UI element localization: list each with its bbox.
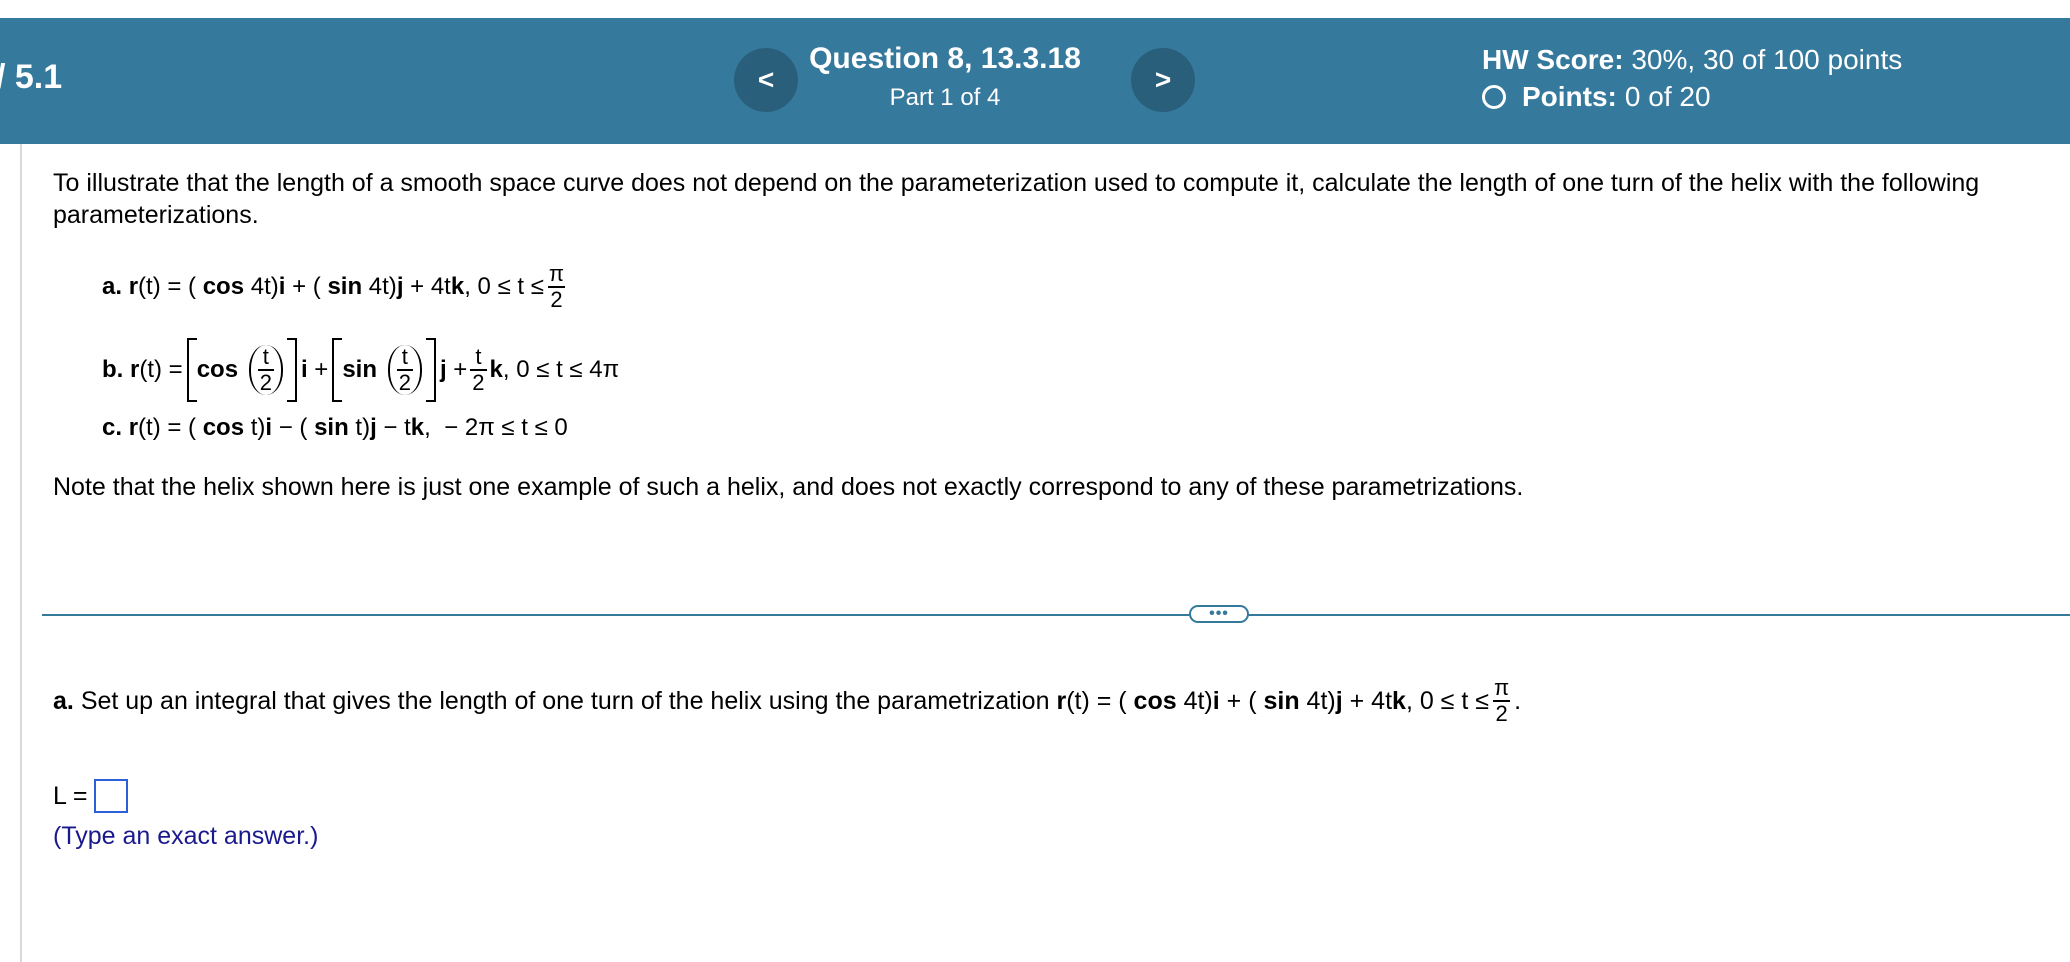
hw-score-label: HW Score:: [1482, 44, 1624, 75]
question-text: Set up an integral that gives the length…: [80, 686, 1050, 715]
part-b-label: b.: [102, 356, 124, 383]
points-label: Points:: [1522, 81, 1617, 112]
ellipsis-icon[interactable]: •••: [1189, 605, 1249, 623]
chevron-right-icon: >: [1154, 64, 1172, 95]
question-prompt: a. Set up an integral that gives the len…: [53, 675, 1522, 726]
hw-score: HW Score: 30%, 30 of 100 points: [1482, 44, 1902, 76]
circle-outline-icon: [1482, 85, 1506, 109]
points-value: 0 of 20: [1624, 81, 1711, 112]
part-c-label: c.: [102, 414, 123, 441]
parameterization-c: c. r (t) = ( cos t) i − ( sin t) j − tk, − …: [102, 414, 568, 441]
question-label: a.: [53, 686, 74, 715]
fraction: π2: [1493, 675, 1510, 726]
problem-note: Note that the helix shown here is just o…: [53, 473, 1524, 501]
parameterization-a: a. r (t) = ( cos 4t) i + ( sin 4t) j + 4t k,…: [102, 261, 565, 312]
question-title: Question 8, 13.3.18: [809, 42, 1081, 75]
fraction: π2: [548, 261, 565, 312]
answer-hint: (Type an exact answer.): [53, 822, 319, 850]
chevron-left-icon: <: [757, 64, 775, 95]
answer-input[interactable]: [93, 779, 128, 813]
next-question-button[interactable]: >: [1131, 48, 1195, 112]
hw-score-value: 30%, 30 of 100 points: [1631, 44, 1903, 75]
header-bar: / 5.1 < Question 8, 13.3.18 Part 1 of 4 …: [0, 18, 2070, 144]
points: Points: 0 of 20: [1482, 81, 1711, 113]
section-label: / 5.1: [0, 58, 63, 96]
answer-label: L =: [53, 781, 88, 810]
section-divider: [42, 614, 2070, 616]
question-part: Part 1 of 4: [889, 84, 1001, 111]
problem-intro: To illustrate that the length of a smoot…: [53, 169, 1980, 229]
top-strip: [0, 0, 2070, 18]
part-a-label: a.: [102, 273, 123, 300]
left-rule: [20, 144, 22, 962]
parameterization-b: b. r (t) = cos t2i + sin t2j + t2k, 0 ≤ t…: [102, 338, 619, 402]
answer-row: L =: [53, 779, 128, 813]
